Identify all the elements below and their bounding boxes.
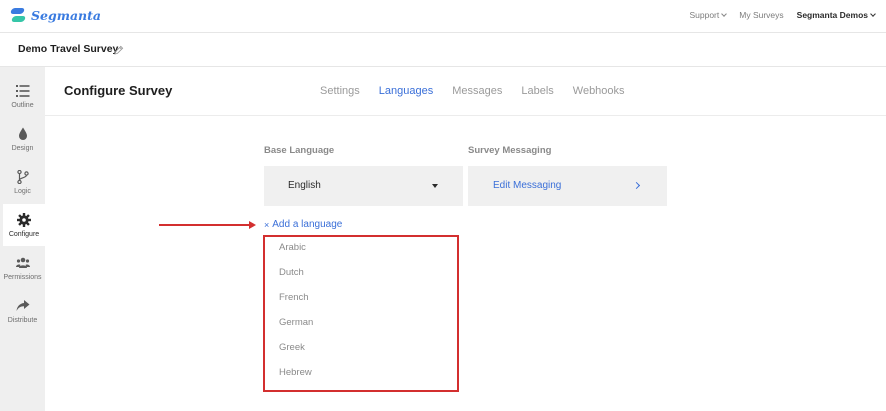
segmanta-logo-icon [9,6,27,24]
sidebar-item-permissions[interactable]: Permissions [0,247,45,289]
base-language-label: Base Language [264,145,335,156]
base-language-value: English [288,180,321,191]
support-label: Support [689,10,720,20]
top-bar: Segmanta Support My Surveys Segmanta Dem… [0,0,886,33]
chevron-down-icon [870,11,876,17]
sidebar-item-design[interactable]: Design [0,118,45,160]
sidebar-item-outline[interactable]: Outline [0,75,45,117]
account-menu[interactable]: Segmanta Demos [796,10,876,20]
my-surveys-link[interactable]: My Surveys [739,10,783,20]
sidebar-item-logic[interactable]: Logic [0,161,45,203]
tab-languages[interactable]: Languages [379,85,433,97]
tab-webhooks[interactable]: Webhooks [573,85,625,97]
language-options-list: Arabic Dutch French German Greek Hebrew [263,235,459,392]
share-icon [16,299,29,311]
sidebar-item-label: Distribute [7,316,38,324]
gear-icon [17,212,31,227]
sidebar-item-label: Logic [14,187,31,195]
branch-icon [16,169,29,184]
list-icon [15,84,29,97]
survey-title: Demo Travel Survey [18,43,119,55]
edit-messaging-link: Edit Messaging [493,180,562,191]
tab-messages[interactable]: Messages [452,85,502,97]
sidebar-item-distribute[interactable]: Distribute [0,290,45,332]
edit-messaging-button[interactable]: Edit Messaging [468,166,667,206]
language-option-arabic[interactable]: Arabic [279,242,306,253]
account-label: Segmanta Demos [796,10,868,20]
caret-down-icon [432,184,438,188]
sidebar-item-label: Permissions [3,273,42,281]
language-option-greek[interactable]: Greek [279,342,305,353]
survey-messaging-label: Survey Messaging [468,145,552,156]
language-option-dutch[interactable]: Dutch [279,267,304,278]
close-icon: × [264,219,270,230]
chevron-right-icon [632,181,641,190]
users-icon [15,257,30,268]
sidebar-item-label: Design [11,144,34,152]
sidebar-item-configure[interactable]: Configure [3,204,45,246]
chevron-down-icon [721,11,728,17]
drop-icon [18,127,27,140]
annotation-arrow-head-icon [249,221,256,229]
tab-settings[interactable]: Settings [320,85,360,97]
base-language-select[interactable]: English [264,166,463,206]
page-title: Configure Survey [64,83,173,98]
language-option-hebrew[interactable]: Hebrew [279,367,312,378]
language-option-french[interactable]: French [279,292,309,303]
add-language-toggle[interactable]: × Add a language [264,219,342,230]
configure-tabs: Settings Languages Messages Labels Webho… [320,85,644,97]
survey-title-bar: Demo Travel Survey [0,33,886,67]
tab-labels[interactable]: Labels [521,85,553,97]
add-language-label: Add a language [272,219,343,230]
annotation-arrow-line [159,224,251,226]
top-nav: Support My Surveys Segmanta Demos [676,10,876,20]
sidebar-item-label: Configure [8,230,40,238]
pencil-icon[interactable] [114,45,124,55]
header-divider [45,115,886,116]
sidebar-item-label: Outline [11,101,34,109]
logo-text: Segmanta [31,7,102,23]
logo[interactable]: Segmanta [9,6,101,24]
sidebar: Outline Design Logic Configure Permissio… [0,67,45,411]
support-menu[interactable]: Support [689,10,728,20]
language-option-german[interactable]: German [279,317,313,328]
